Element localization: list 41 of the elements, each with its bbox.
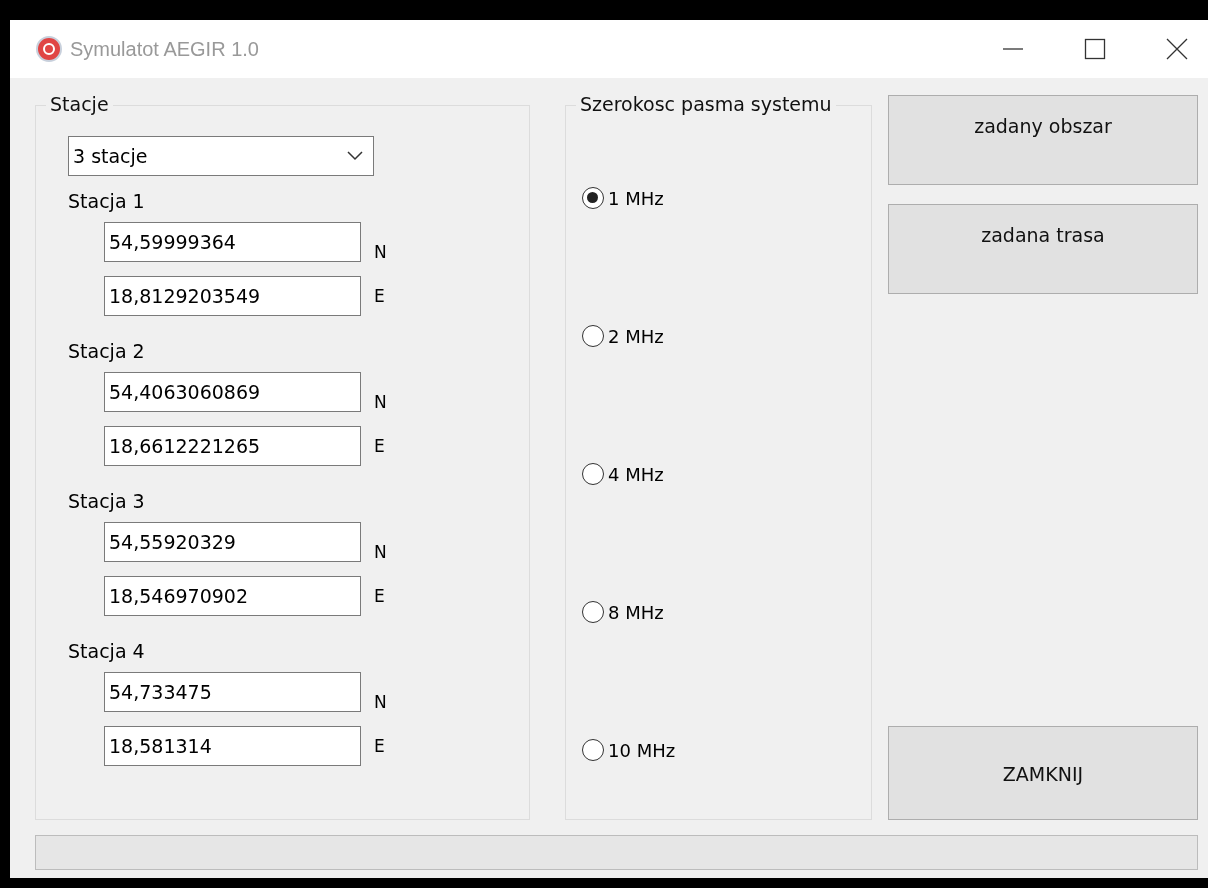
radio-option[interactable]: 4 MHz: [582, 460, 871, 488]
latitude-field[interactable]: 54,59999364: [104, 222, 361, 262]
area-button[interactable]: zadany obszar: [888, 95, 1198, 185]
unit-label: N: [374, 392, 387, 412]
window-title: Symulatot AEGIR 1.0: [70, 37, 259, 61]
radio-button[interactable]: [582, 463, 604, 485]
unit-label: E: [374, 436, 385, 456]
latitude-field[interactable]: 54,4063060869: [104, 372, 361, 412]
radio-button[interactable]: [582, 325, 604, 347]
radio-option[interactable]: 8 MHz: [582, 598, 871, 626]
station-label: Stacja 3: [68, 490, 146, 512]
unit-label: E: [374, 736, 385, 756]
close-icon[interactable]: [1166, 38, 1188, 60]
station-label: Stacja 4: [68, 640, 146, 662]
chevron-down-icon: [347, 151, 363, 161]
app-logo-icon: [36, 36, 62, 62]
unit-label: N: [374, 692, 387, 712]
close-button[interactable]: ZAMKNIJ: [888, 726, 1198, 820]
group-title: Stacje: [46, 93, 113, 115]
station-count-dropdown[interactable]: 3 stacje: [68, 136, 374, 176]
radio-option[interactable]: 10 MHz: [582, 736, 871, 764]
radio-option[interactable]: 1 MHz: [582, 184, 871, 212]
station-label: Stacja 2: [68, 340, 146, 362]
group-title: Szerokosc pasma systemu: [576, 93, 836, 115]
station-label: Stacja 1: [68, 190, 146, 212]
radio-button[interactable]: [582, 601, 604, 623]
latitude-field[interactable]: 54,733475: [104, 672, 361, 712]
longitude-field[interactable]: 18,6612221265: [104, 426, 361, 466]
longitude-field[interactable]: 18,581314: [104, 726, 361, 766]
radio-button[interactable]: [582, 739, 604, 761]
route-button[interactable]: zadana trasa: [888, 204, 1198, 294]
unit-label: N: [374, 242, 387, 262]
latitude-field[interactable]: 54,55920329: [104, 522, 361, 562]
radio-option[interactable]: 2 MHz: [582, 322, 871, 350]
longitude-field[interactable]: 18,8129203549: [104, 276, 361, 316]
radio-button[interactable]: [582, 187, 604, 209]
maximize-icon[interactable]: [1084, 38, 1106, 60]
unit-label: E: [374, 286, 385, 306]
unit-label: E: [374, 586, 385, 606]
unit-label: N: [374, 542, 387, 562]
longitude-field[interactable]: 18,546970902: [104, 576, 361, 616]
